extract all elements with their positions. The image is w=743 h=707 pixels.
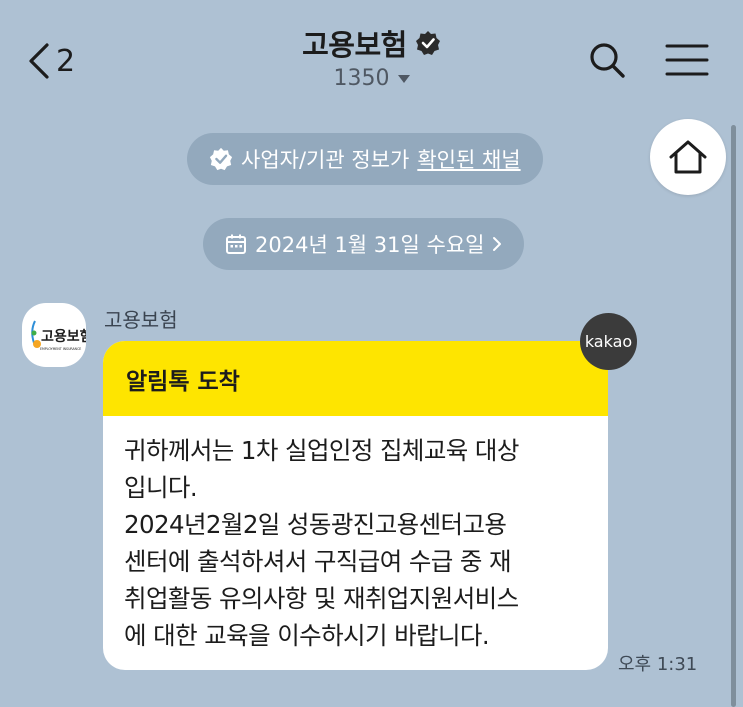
title-row: 고용보험 [302, 22, 441, 64]
message-body: 귀하께서는 1차 실업인정 집체교육 대상 입니다. 2024년2월2일 성동광… [124, 436, 519, 650]
chat-title: 고용보험 [302, 28, 407, 62]
logo-subtext: EMPLOYMENT INSURANCE [40, 347, 81, 351]
search-icon [590, 43, 625, 78]
verified-channel-notice: 사업자/기관 정보가 확인된 채널 [187, 133, 543, 185]
alimtalk-header: 알림톡 도착 [103, 341, 608, 416]
sender-avatar[interactable]: 고용보험 EMPLOYMENT INSURANCE [22, 303, 86, 367]
home-button[interactable] [650, 119, 726, 195]
verified-badge-icon [415, 31, 440, 55]
date-text: 2024년 1월 31일 수요일 [255, 233, 485, 257]
menu-button[interactable] [664, 42, 710, 78]
dropdown-caret-icon [397, 74, 410, 83]
date-divider[interactable]: 2024년 1월 31일 수요일 [203, 218, 525, 270]
subtitle-row[interactable]: 1350 [334, 66, 410, 91]
chevron-right-icon [493, 237, 502, 251]
message-time: 오후 1:31 [618, 654, 698, 675]
verify-text: 사업자/기관 정보가 [241, 148, 410, 172]
verified-channel-link[interactable]: 확인된 채널 [417, 144, 520, 174]
scrollbar[interactable] [731, 125, 736, 707]
sender-name: 고용보험 [104, 308, 178, 332]
member-count: 1350 [333, 66, 390, 91]
hamburger-menu-icon [665, 44, 709, 76]
logo-text: 고용보험 [41, 328, 86, 345]
check-badge-icon [209, 147, 233, 171]
kakao-badge: kakao [580, 313, 637, 370]
calendar-icon [226, 234, 246, 254]
employment-insurance-logo: 고용보험 EMPLOYMENT INSURANCE [31, 320, 86, 351]
chat-title-area[interactable]: 고용보험 1350 [0, 22, 743, 91]
search-button[interactable] [587, 40, 627, 80]
home-icon [669, 140, 707, 174]
message-bubble[interactable]: 알림톡 도착 귀하께서는 1차 실업인정 집체교육 대상 입니다. 2024년2… [103, 341, 608, 670]
